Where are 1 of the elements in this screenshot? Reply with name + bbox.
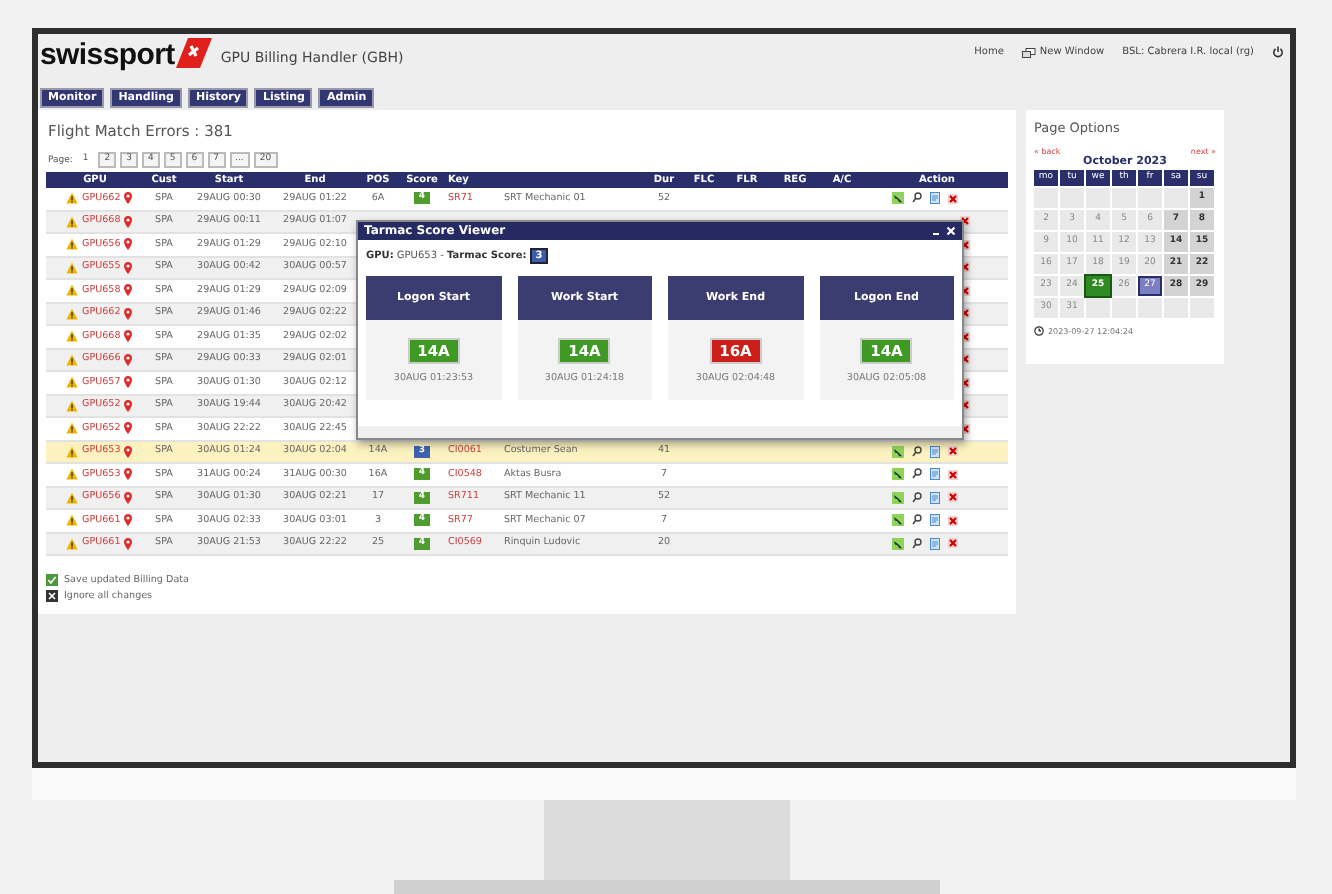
logo: swissport — [40, 38, 175, 72]
